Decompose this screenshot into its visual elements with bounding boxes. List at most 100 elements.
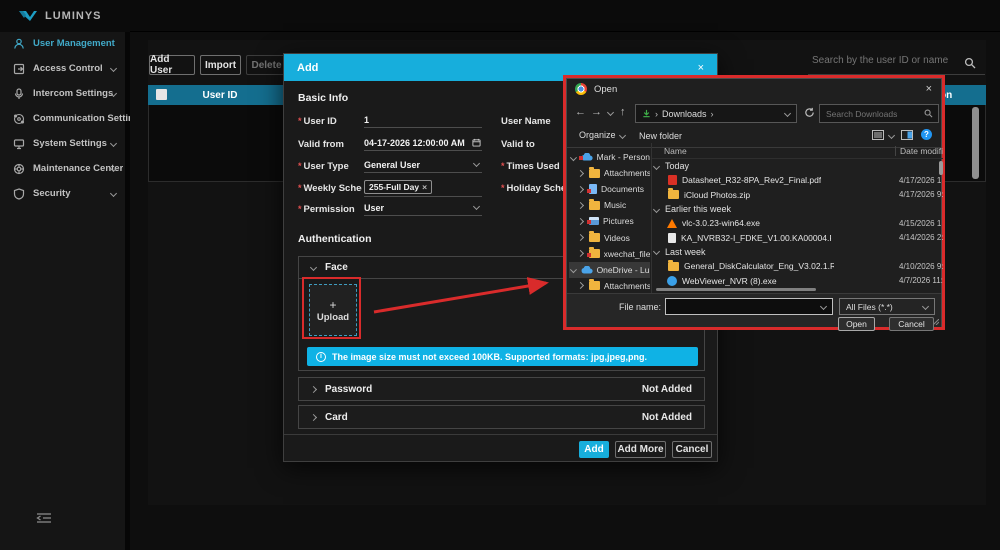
file-row[interactable]: WebViewer_NVR (8).exe 4/7/2026 11: — [652, 273, 943, 287]
column-name[interactable]: Name — [664, 146, 687, 156]
view-mode-icon[interactable] — [872, 130, 884, 140]
chevron-right-icon[interactable] — [577, 170, 584, 177]
card-accordion[interactable]: Card Not Added — [298, 405, 705, 429]
file-row[interactable]: Datasheet_R32-8PA_Rev2_Final.pdf 4/17/20… — [652, 173, 943, 187]
tree-item[interactable]: Videos — [569, 229, 650, 245]
modal-add-button[interactable]: Add — [579, 441, 609, 458]
breadcrumb-downloads[interactable]: Downloads — [662, 109, 707, 119]
chevron-down-icon[interactable] — [570, 266, 577, 273]
field-label-times-used: *Times Used — [501, 161, 560, 172]
dialog-open-button[interactable]: Open — [838, 317, 875, 331]
cloud-icon — [581, 266, 593, 274]
tree-item[interactable]: xwechat_files — [569, 246, 650, 262]
chevron-right-icon[interactable] — [577, 186, 584, 193]
sidebar-item-communication-settings[interactable]: Communication Settings — [0, 106, 130, 131]
close-icon[interactable]: × — [698, 62, 704, 74]
user-type-select[interactable]: General User — [364, 157, 482, 173]
sync-badge — [579, 156, 583, 160]
select-all-checkbox[interactable] — [156, 89, 167, 100]
search-input[interactable] — [812, 55, 962, 66]
search-icon[interactable] — [964, 57, 976, 69]
file-name-dropdown-chevron[interactable] — [820, 303, 827, 310]
chevron-down-icon — [110, 65, 117, 72]
tree-item-selected[interactable]: OneDrive - Lum — [569, 262, 650, 278]
schedule-tag[interactable]: 255-Full Day × — [364, 180, 432, 194]
chevron-right-icon[interactable] — [577, 282, 584, 289]
tree-item[interactable]: Mark - Personal — [569, 149, 650, 165]
tree-item[interactable]: Music — [569, 197, 650, 213]
chevron-right-icon[interactable] — [577, 234, 584, 241]
file-row[interactable]: KA_NVRB32-I_FDKE_V1.00.KA00004.R.250923.… — [652, 230, 943, 244]
tree-item[interactable]: Pictures — [569, 213, 650, 229]
chevron-right-icon[interactable] — [577, 218, 584, 225]
delete-button[interactable]: Delete — [246, 55, 287, 75]
modal-cancel-button[interactable]: Cancel — [672, 441, 712, 458]
preview-pane-icon[interactable] — [901, 130, 913, 140]
up-icon[interactable]: ↑ — [620, 106, 626, 118]
user-icon — [13, 38, 25, 50]
column-date-modified[interactable]: Date modifi — [900, 146, 943, 156]
table-scrollbar[interactable] — [972, 107, 979, 179]
field-label-valid-from: Valid from — [298, 139, 362, 150]
view-mode-chevron[interactable] — [888, 132, 895, 139]
folder-icon — [668, 262, 679, 271]
dialog-titlebar[interactable]: Open × — [567, 79, 941, 99]
password-accordion[interactable]: Password Not Added — [298, 377, 705, 401]
recent-locations-chevron[interactable] — [607, 109, 614, 116]
sidebar-item-system-settings[interactable]: System Settings — [0, 131, 130, 156]
dialog-search-input[interactable] — [826, 109, 921, 119]
chevron-down-icon — [473, 203, 480, 210]
group-row[interactable]: Today — [652, 159, 943, 173]
valid-from-input[interactable]: 04-17-2026 12:00:00 AM — [364, 135, 482, 151]
dialog-close-icon[interactable]: × — [926, 83, 932, 95]
remove-tag-icon[interactable]: × — [422, 182, 427, 192]
horizontal-scrollbar[interactable] — [656, 288, 816, 291]
add-user-button[interactable]: Add User — [149, 55, 195, 75]
dialog-cancel-button[interactable]: Cancel — [889, 317, 934, 331]
sidebar-item-user-management[interactable]: User Management — [0, 31, 130, 56]
sidebar-item-intercom-settings[interactable]: Intercom Settings — [0, 81, 130, 106]
forward-icon[interactable]: → — [591, 106, 602, 118]
file-list-header: Name Date modifi — [652, 143, 943, 159]
sidebar-item-maintenance-center[interactable]: Maintenance Center — [0, 156, 130, 181]
file-row[interactable]: iCloud Photos.zip 4/17/2026 9: — [652, 188, 943, 202]
modal-add-more-button[interactable]: Add More — [615, 441, 666, 458]
column-divider[interactable] — [895, 146, 896, 156]
footer-divider — [284, 434, 717, 435]
address-bar[interactable]: › Downloads › — [635, 104, 797, 123]
weekly-schedule-field[interactable]: 255-Full Day × — [364, 178, 482, 197]
refresh-icon[interactable] — [804, 107, 815, 118]
intercom-icon — [13, 88, 25, 100]
back-icon[interactable]: ← — [575, 106, 586, 118]
address-dropdown-chevron[interactable] — [784, 110, 791, 117]
tree-item[interactable]: Attachments — [569, 165, 650, 181]
column-user-id: User ID — [180, 90, 260, 101]
tree-item[interactable]: Documents — [569, 181, 650, 197]
organize-menu[interactable]: Organize — [579, 130, 625, 140]
file-type-select[interactable]: All Files (*.*) — [839, 298, 935, 315]
new-folder-button[interactable]: New folder — [639, 131, 682, 141]
file-row[interactable]: vlc-3.0.23-win64.exe 4/15/2026 1 — [652, 216, 943, 230]
group-row[interactable]: Earlier this week — [652, 202, 943, 216]
sidebar-item-security[interactable]: Security — [0, 181, 130, 206]
sidebar-item-access-control[interactable]: Access Control — [0, 56, 130, 81]
file-name-input[interactable] — [665, 298, 833, 315]
file-row[interactable]: General_DiskCalculator_Eng_V3.02.1.R.201… — [652, 259, 943, 273]
vertical-scrollbar[interactable] — [939, 161, 943, 175]
user-id-input[interactable]: 1 — [364, 112, 482, 128]
field-label-user-type: *User Type — [298, 161, 362, 172]
dialog-search-box[interactable] — [819, 104, 939, 123]
chevron-right-icon[interactable] — [577, 202, 584, 209]
import-button[interactable]: Import — [200, 55, 241, 75]
tree-item[interactable]: Attachments — [569, 278, 650, 294]
calendar-icon[interactable] — [472, 138, 481, 147]
permission-select[interactable]: User — [364, 200, 482, 216]
chevron-right-icon[interactable] — [577, 250, 584, 257]
chevron-down-icon[interactable] — [570, 154, 577, 161]
field-label-user-id: *User ID — [298, 116, 362, 127]
help-icon[interactable]: ? — [921, 129, 932, 140]
group-row[interactable]: Last week — [652, 245, 943, 259]
file-type-chevron — [922, 303, 929, 310]
field-label-permission: *Permission — [298, 204, 362, 215]
collapse-sidebar-icon[interactable] — [36, 512, 52, 524]
